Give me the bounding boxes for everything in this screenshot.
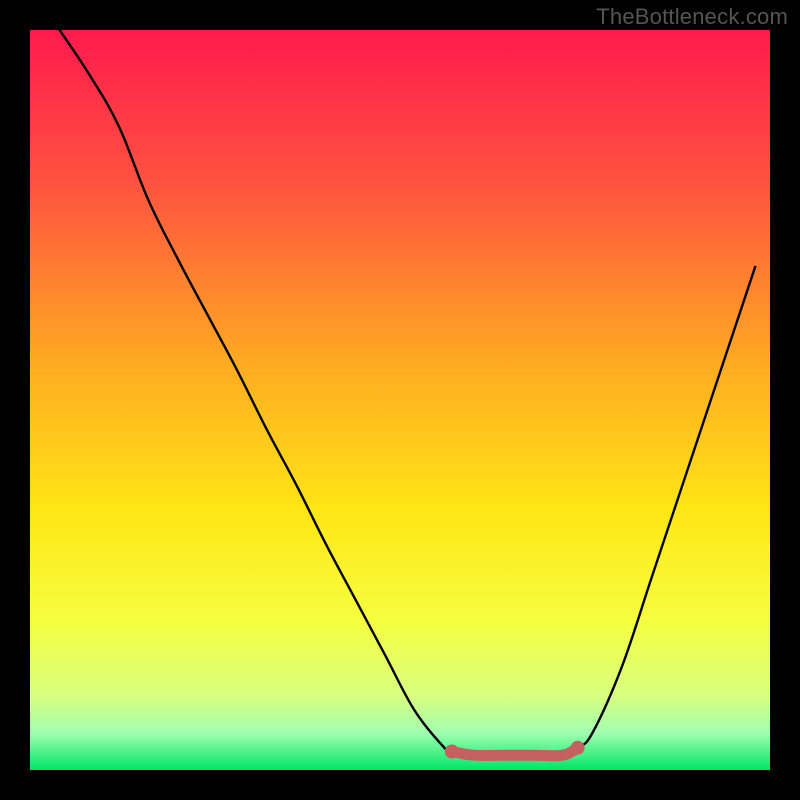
plot-area [30, 30, 770, 770]
watermark-text: TheBottleneck.com [596, 4, 788, 30]
optimal-start-dot [445, 745, 459, 759]
chart-container: TheBottleneck.com [0, 0, 800, 800]
optimal-end-dot [571, 741, 585, 755]
chart-svg [30, 30, 770, 770]
gradient-background [30, 30, 770, 770]
